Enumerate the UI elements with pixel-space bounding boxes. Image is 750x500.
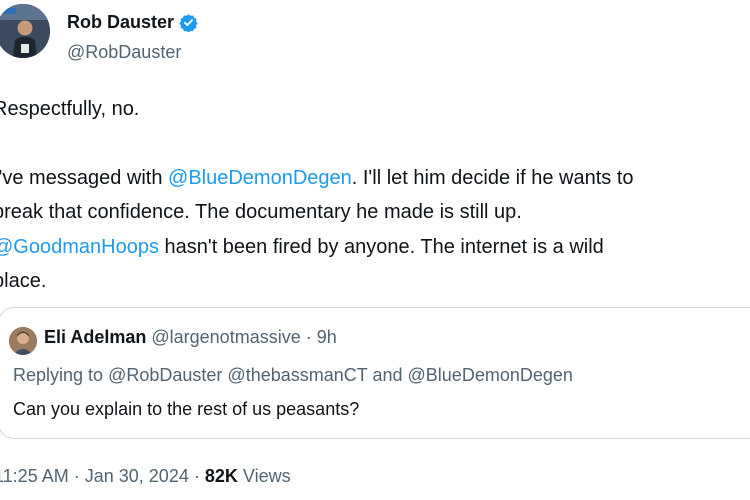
views-count: 82K — [204, 466, 238, 486]
tweet-line: break that confidence. The documentary h… — [0, 201, 522, 223]
tweet-line: Respectfully, no. — [0, 98, 140, 120]
reply-conjunction: and — [372, 365, 403, 385]
reply-to-handle[interactable]: @thebassmanCT — [227, 365, 367, 385]
quoted-author-name[interactable]: Eli Adelman — [44, 327, 146, 347]
quoted-author-handle[interactable]: @largenotmassive — [151, 327, 300, 347]
tweet-text-fragment: I've messaged with — [0, 166, 169, 189]
quoted-timestamp[interactable]: 9h — [317, 327, 337, 347]
separator-dot: · — [305, 327, 312, 347]
reply-to-handle[interactable]: @BlueDemonDegen — [408, 365, 573, 385]
tweet-line: @GoodmanHoops hasn't been fired by anyon… — [0, 230, 750, 265]
verified-badge-icon[interactable] — [179, 13, 198, 33]
tweet-time[interactable]: 11:25 AM — [0, 466, 69, 486]
views-label: Views — [242, 466, 291, 486]
quoted-tweet-card[interactable]: Eli Adelman @largenotmassive · 9h Replyi… — [0, 307, 750, 439]
tweet-footer: 11:25 AM · Jan 30, 2024 · 82K Views — [0, 466, 291, 487]
author-handle[interactable]: @RobDauster — [67, 42, 181, 63]
mention-link-bluedemondegen[interactable]: @BlueDemonDegen — [168, 167, 352, 189]
tweet-line: I've messaged with @BlueDemonDegen. I'll… — [0, 161, 750, 196]
author-name[interactable]: Rob Dauster — [67, 12, 174, 33]
tweet-date[interactable]: Jan 30, 2024 — [85, 466, 189, 486]
quoted-author-avatar[interactable] — [9, 327, 37, 355]
replying-to-label: Replying to — [13, 365, 104, 385]
separator-dot: · — [193, 466, 200, 486]
separator-dot: · — [73, 466, 80, 486]
replying-to-line: Replying to @RobDauster @thebassmanCT an… — [13, 365, 573, 386]
tweet-text: Respectfully, no. I've messaged with @Bl… — [0, 92, 750, 299]
quoted-tweet-text: Can you explain to the rest of us peasan… — [13, 399, 360, 419]
mention-link-goodmanhoops[interactable]: @GoodmanHoops — [0, 236, 159, 258]
reply-to-handle[interactable]: @RobDauster — [108, 365, 222, 385]
quoted-header: Eli Adelman @largenotmassive · 9h — [44, 327, 337, 348]
tweet-text-fragment: . I'll let him decide if he wants to — [351, 166, 634, 189]
tweet-line: place. — [0, 270, 47, 292]
tweet-text-fragment: hasn't been fired by anyone. The interne… — [158, 235, 604, 258]
author-avatar[interactable] — [0, 4, 50, 58]
